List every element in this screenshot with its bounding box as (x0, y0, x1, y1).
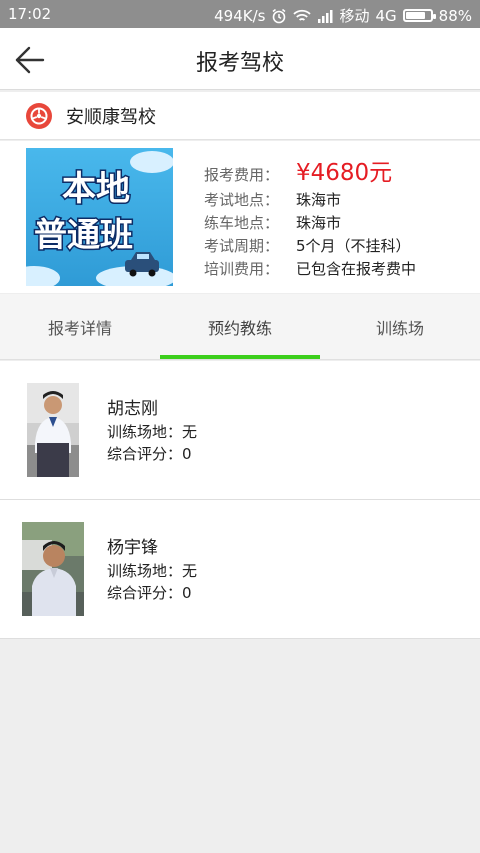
alarm-icon (271, 8, 287, 24)
exam-location-value: 珠海市 (296, 191, 342, 209)
status-bar: 17:02 494K/s 移动 4G 88% (0, 0, 480, 28)
coach-rating: 综合评分：0 (107, 445, 192, 463)
driving-school-logo-icon (26, 102, 52, 129)
coach-list-item[interactable]: 胡志刚 训练场地：无 综合评分：0 (0, 361, 480, 500)
price-label: 报考费用： (204, 166, 280, 184)
banner-text-1: 本地 (61, 168, 132, 211)
school-name: 安顺康驾校 (66, 106, 156, 128)
coach-venue: 训练场地：无 (107, 562, 198, 580)
tab-bar: 报考详情 预约教练 训练场 (0, 294, 480, 360)
coach-name: 胡志刚 (107, 399, 158, 419)
tab-training-ground[interactable]: 训练场 (320, 294, 480, 360)
svg-text:普通班: 普通班 (34, 215, 133, 254)
price-value: ¥4680元 (296, 160, 393, 186)
banner-text-2: 普通班 (33, 214, 135, 256)
info-exam-cycle: 考试周期： 5个月（不挂科） (204, 235, 416, 258)
course-info-card: 本地 普通班 报考费用： ¥4680元 考试地点： 珠海市 练车地点： 珠海市 (0, 141, 480, 293)
battery-icon (402, 9, 436, 22)
exam-cycle-label: 考试周期： (204, 237, 280, 255)
training-fee-value: 已包含在报考费中 (296, 260, 417, 278)
coach-photo (27, 383, 79, 477)
active-tab-indicator (160, 355, 320, 359)
status-indicators: 494K/s 移动 4G 88% (214, 5, 472, 26)
status-time: 17:02 (8, 5, 52, 23)
tab-book-coach[interactable]: 预约教练 (160, 294, 320, 360)
info-training-fee: 培训费用： 已包含在报考费中 (204, 258, 416, 281)
coach-list-item[interactable]: 杨宇锋 训练场地：无 综合评分：0 (0, 500, 480, 639)
page-title: 报考驾校 (195, 51, 284, 76)
exam-cycle-value: 5个月（不挂科） (296, 237, 411, 255)
svg-text:本地: 本地 (62, 169, 130, 209)
app-header: 报考驾校 (0, 28, 480, 90)
coach-photo (22, 522, 84, 616)
practice-location-value: 珠海市 (296, 214, 342, 232)
exam-location-label: 考试地点： (204, 191, 280, 209)
training-fee-label: 培训费用： (204, 260, 280, 278)
school-row: 安顺康驾校 (0, 92, 480, 140)
coach-name: 杨宇锋 (107, 538, 158, 558)
network-speed: 494K/s (214, 6, 266, 25)
course-banner-image: 本地 普通班 (26, 148, 173, 286)
network-type: 4G (375, 6, 397, 25)
course-info-list: 报考费用： ¥4680元 考试地点： 珠海市 练车地点： 珠海市 考试周期： 5… (204, 153, 416, 281)
tab-exam-details[interactable]: 报考详情 (0, 294, 160, 360)
carrier-label: 移动 (339, 7, 370, 25)
coach-info: 胡志刚 训练场地：无 综合评分：0 (107, 398, 197, 465)
coach-venue: 训练场地：无 (107, 423, 198, 441)
wifi-icon (293, 9, 312, 23)
signal-icon (317, 9, 333, 23)
info-practice-location: 练车地点： 珠海市 (204, 212, 416, 235)
info-exam-location: 考试地点： 珠海市 (204, 189, 416, 212)
coach-list: 胡志刚 训练场地：无 综合评分：0 杨宇锋 训练场地：无 综合评分：0 (0, 361, 480, 639)
coach-rating: 综合评分：0 (107, 584, 192, 602)
info-price: 报考费用： ¥4680元 (204, 153, 416, 186)
practice-location-label: 练车地点： (204, 214, 280, 232)
coach-info: 杨宇锋 训练场地：无 综合评分：0 (107, 537, 197, 604)
battery-percent: 88% (438, 6, 472, 25)
